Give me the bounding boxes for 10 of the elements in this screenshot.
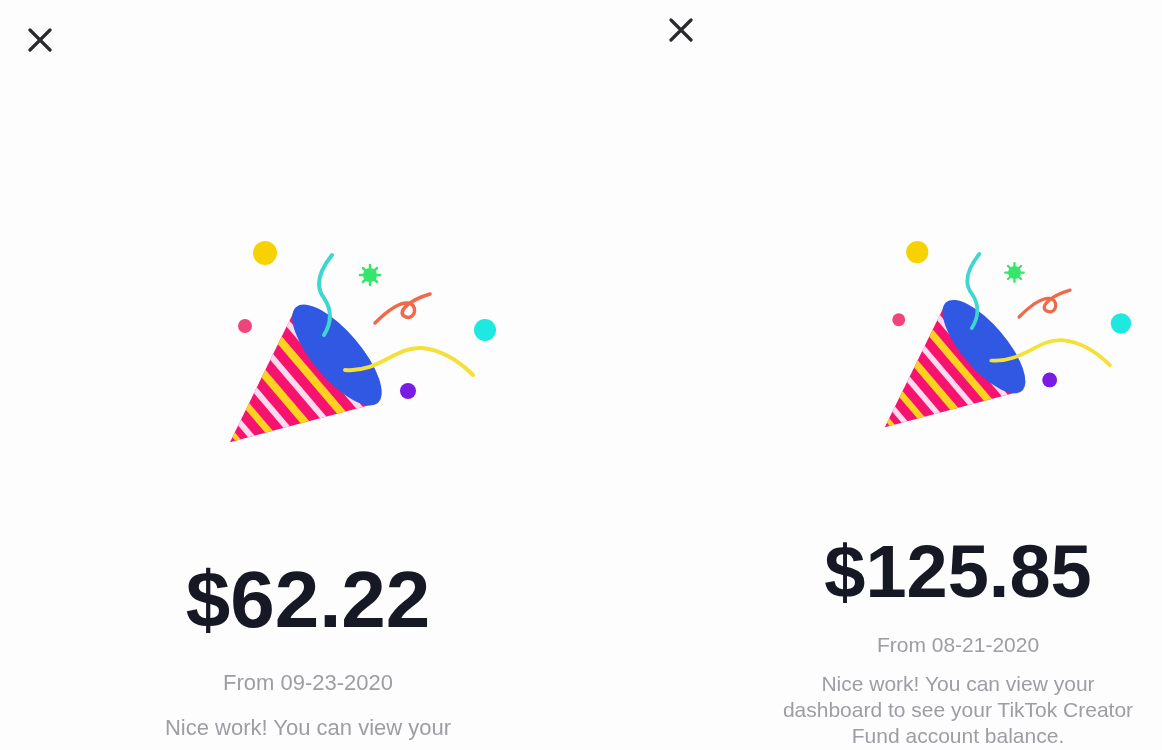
close-icon bbox=[28, 28, 52, 52]
payout-message: Nice work! You can view your dashboard to see your TikTok Creator Fund account balance. bbox=[781, 671, 1135, 749]
close-button[interactable] bbox=[28, 28, 52, 52]
payout-amount: $62.22 bbox=[185, 560, 431, 640]
close-button[interactable] bbox=[669, 18, 693, 42]
payout-date: From 08-21-2020 bbox=[876, 632, 1040, 658]
payout-date: From 09-23-2020 bbox=[223, 670, 393, 696]
close-icon bbox=[669, 18, 693, 42]
payout-message: Nice work! You can view your bbox=[164, 715, 452, 741]
payout-amount: $125.85 bbox=[824, 535, 1092, 609]
